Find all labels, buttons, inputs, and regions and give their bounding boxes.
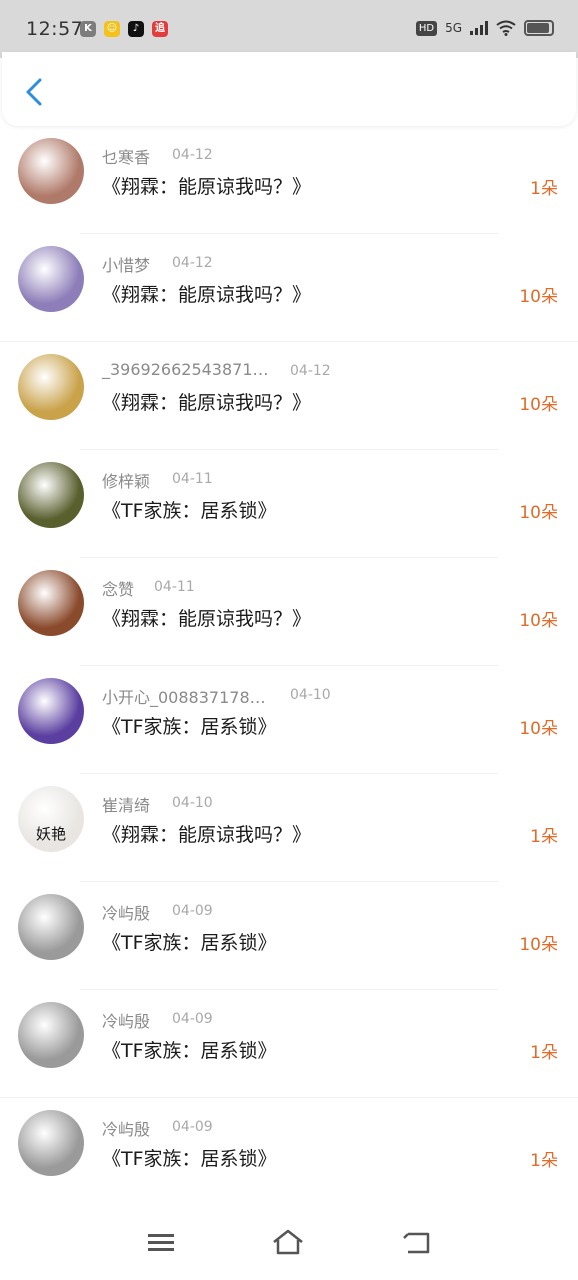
system-navigation-bar	[0, 1202, 578, 1280]
signal-icon	[470, 21, 488, 35]
list-item[interactable]: 冷屿殷 04-09 《TF家族：居系锁》 1朵	[0, 990, 578, 1098]
avatar[interactable]	[18, 354, 84, 420]
avatar[interactable]	[18, 678, 84, 744]
flower-count: 1朵	[530, 1151, 558, 1171]
message-date: 04-12	[290, 363, 331, 379]
list-item[interactable]: _396926625438​71… 04-12 《翔霖：能原谅我吗？》 10朵	[0, 342, 578, 450]
list-item[interactable]: 乜寒香 04-12 《翔霖：能原谅我吗？》 1朵	[0, 126, 578, 234]
message-date: 04-09	[172, 903, 213, 919]
message-date: 04-12	[172, 147, 213, 163]
list-item[interactable]: 小惜梦 04-12 《翔霖：能原谅我吗？》 10朵	[0, 234, 578, 342]
home-icon[interactable]	[271, 1228, 305, 1256]
flower-count: 10朵	[519, 287, 558, 307]
sender-name: 冷屿殷	[102, 904, 151, 923]
back-icon[interactable]	[400, 1228, 434, 1256]
flower-count: 10朵	[519, 719, 558, 739]
avatar[interactable]	[18, 1002, 84, 1068]
book-title: 《TF家族：居系锁》	[102, 1148, 277, 1170]
sender-name: _396926625438​71…	[102, 360, 269, 379]
message-date: 04-11	[172, 471, 213, 487]
message-date: 04-11	[154, 579, 195, 595]
message-date: 04-09	[172, 1011, 213, 1027]
sender-name: 冷屿殷	[102, 1120, 151, 1139]
list-item[interactable]: 冷屿殷 04-09 《TF家族：居系锁》 1朵	[0, 1098, 578, 1206]
message-date: 04-10	[172, 795, 213, 811]
book-title: 《TF家族：居系锁》	[102, 1040, 277, 1062]
sender-name: 小惜梦	[102, 256, 151, 275]
message-date: 04-12	[172, 255, 213, 271]
sender-name: 崔清绮	[102, 796, 151, 815]
book-title: 《TF家族：居系锁》	[102, 932, 277, 954]
flower-count: 1朵	[530, 827, 558, 847]
book-title: 《翔霖：能原谅我吗？》	[102, 824, 312, 846]
avatar[interactable]	[18, 246, 84, 312]
sender-name: 乜寒香	[102, 148, 151, 167]
top-app-bar	[2, 52, 576, 126]
flower-count: 1朵	[530, 179, 558, 199]
flower-count: 10朵	[519, 935, 558, 955]
book-title: 《TF家族：居系锁》	[102, 716, 277, 738]
book-title: 《TF家族：居系锁》	[102, 500, 277, 522]
red-app-icon: 追	[152, 21, 168, 37]
list-item[interactable]: 修梓颖 04-11 《TF家族：居系锁》 10朵	[0, 450, 578, 558]
avatar[interactable]	[18, 138, 84, 204]
avatar[interactable]	[18, 462, 84, 528]
list-item[interactable]: 小开心_008837178… 04-10 《TF家族：居系锁》 10朵	[0, 666, 578, 774]
flower-count: 10朵	[519, 503, 558, 523]
message-date: 04-10	[290, 687, 331, 703]
battery-icon	[524, 20, 554, 36]
flower-count: 10朵	[519, 611, 558, 631]
flower-count: 1朵	[530, 1043, 558, 1063]
status-bar: 12:57 K ☺ ♪ 追 HD 5G	[0, 0, 578, 58]
wifi-icon	[496, 20, 516, 36]
gift-message-list: 乜寒香 04-12 《翔霖：能原谅我吗？》 1朵 小惜梦 04-12 《翔霖：能原谅我吗？》…	[0, 126, 578, 1206]
smiley-app-icon: ☺	[104, 21, 120, 37]
list-item[interactable]: 冷屿殷 04-09 《TF家族：居系锁》 10朵	[0, 882, 578, 990]
list-item[interactable]: 妖艳 崔清绮 04-10 《翔霖：能原谅我吗？》 1朵	[0, 774, 578, 882]
flower-count: 10朵	[519, 395, 558, 415]
list-item[interactable]: 念赞 04-11 《翔霖：能原谅我吗？》 10朵	[0, 558, 578, 666]
network-label: 5G	[445, 21, 462, 35]
menu-icon[interactable]	[144, 1228, 178, 1256]
status-time: 12:57	[26, 18, 84, 40]
sender-name: 冷屿殷	[102, 1012, 151, 1031]
k-app-icon: K	[80, 21, 96, 37]
status-indicators: HD 5G	[415, 20, 554, 36]
sender-name: 念赞	[102, 580, 135, 599]
avatar[interactable]: 妖艳	[18, 786, 84, 852]
sender-name: 修梓颖	[102, 472, 151, 491]
book-title: 《翔霖：能原谅我吗？》	[102, 608, 312, 630]
avatar[interactable]	[18, 1110, 84, 1176]
book-title: 《翔霖：能原谅我吗？》	[102, 284, 312, 306]
avatar[interactable]	[18, 570, 84, 636]
message-date: 04-09	[172, 1119, 213, 1135]
sender-name: 小开心_008837178…	[102, 688, 266, 707]
avatar-text: 妖艳	[35, 825, 66, 843]
book-title: 《翔霖：能原谅我吗？》	[102, 176, 312, 198]
book-title: 《翔霖：能原谅我吗？》	[102, 392, 312, 414]
avatar[interactable]	[18, 894, 84, 960]
status-app-icons: K ☺ ♪ 追	[80, 21, 168, 37]
back-arrow-icon[interactable]	[20, 74, 50, 110]
tiktok-app-icon: ♪	[128, 21, 144, 37]
hd-icon: HD	[415, 20, 438, 36]
